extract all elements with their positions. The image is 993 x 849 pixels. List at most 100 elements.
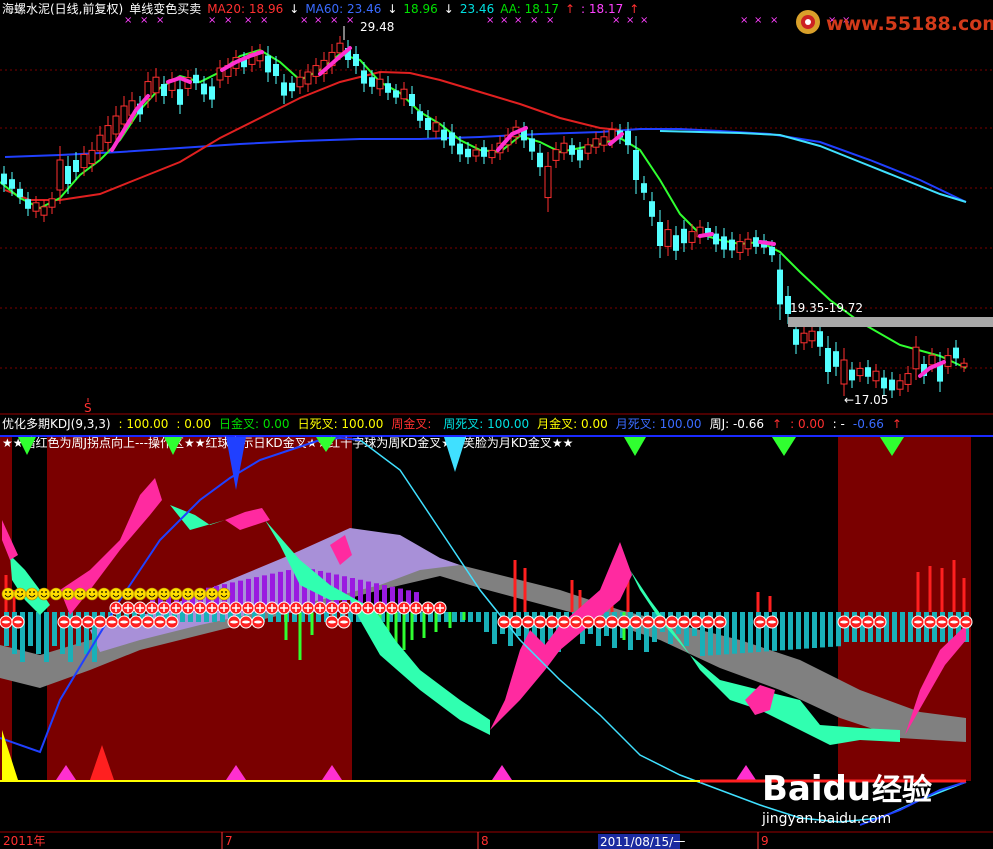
red-ball-icon (641, 615, 655, 629)
candle (152, 68, 160, 102)
candle (289, 76, 295, 98)
cross-marker: × (626, 15, 634, 26)
candle (104, 116, 112, 152)
signal-cross-markers: × × × × × × × × × × × × × × × × × × × × × × × × (124, 15, 850, 26)
candle (729, 232, 735, 258)
candle (521, 122, 527, 148)
mainHeader-seg: 海螺水泥(日线,前复权) (2, 1, 123, 16)
cross-marker: × (224, 15, 232, 26)
candle (625, 122, 631, 154)
red-ball-icon (873, 615, 887, 629)
smiley-icon (145, 587, 159, 601)
candle (25, 192, 31, 216)
cross-marker: × (546, 15, 554, 26)
candle (400, 82, 408, 106)
candle (248, 46, 256, 72)
red-ball-icon (689, 615, 703, 629)
mainHeader-seg: ↓ (444, 2, 454, 16)
red-ball-icon (617, 615, 631, 629)
red-ball-icon (239, 615, 253, 629)
candle (209, 78, 215, 108)
ma60-line (4, 128, 967, 203)
mainHeader-seg: ↓ (289, 2, 299, 16)
subHeader-seg: 周死叉: 100.00 (443, 417, 529, 431)
cross-marker: × (300, 15, 308, 26)
red-cross-ball-icon (421, 601, 435, 615)
smiley-icon (13, 587, 27, 601)
cyan-bar (28, 612, 33, 646)
red-cross-ball-icon (313, 601, 327, 615)
red-ball-icon (959, 615, 973, 629)
date-axis: 2011年 7 8 2011/08/15/一 9 (3, 832, 769, 849)
cross-marker: × (330, 15, 338, 26)
cross-marker: × (640, 15, 648, 26)
red-ball-icon (325, 615, 339, 629)
mainHeader-seg: : 18.17 (581, 2, 623, 16)
mainHeader-seg: 18.96 (403, 2, 437, 16)
candle (744, 232, 752, 256)
kdj-header: 优化多期KDJ(9,3,3): 100.00: 0.00 日金叉: 0.00 日死叉… (2, 416, 902, 431)
candle (808, 324, 816, 348)
candle (865, 360, 871, 384)
red-cross-ball-icon (241, 601, 255, 615)
red-ball-icon (665, 615, 679, 629)
candle (912, 336, 920, 380)
cyan-bar (908, 612, 913, 642)
cyan-bar (900, 612, 905, 642)
red-ball-icon (701, 615, 715, 629)
cyan-bar (788, 612, 793, 650)
red-ball-icon (653, 615, 667, 629)
red-ball-icon (569, 615, 583, 629)
red-cross-ball-icon (325, 601, 339, 615)
red-ball-icon (57, 615, 71, 629)
red-ball-icon (227, 615, 241, 629)
candle (393, 84, 399, 104)
cyan-bar (732, 612, 737, 654)
red-ball-icon (911, 615, 925, 629)
subHeader-seg: : 0.00 (790, 417, 825, 431)
red-cross-ball-icon (337, 601, 351, 615)
red-ball-icon (629, 615, 643, 629)
red-ball-icon (69, 615, 83, 629)
cyan-bar (748, 612, 753, 653)
cross-marker: × (530, 15, 538, 26)
cyan-bar (52, 612, 57, 646)
red-ball-icon (521, 615, 535, 629)
smiley-icon (1, 587, 15, 601)
candle (649, 192, 655, 226)
candle (777, 254, 783, 320)
subHeader-seg: ↑ (892, 417, 902, 431)
cyan-bar (796, 612, 801, 650)
red-ball-icon (251, 615, 265, 629)
gap-label: 19.35-19.72 (790, 301, 863, 315)
subHeader-seg: ↑ (772, 417, 782, 431)
candle (600, 130, 608, 152)
cyan-bar (740, 612, 745, 654)
cross-marker: × (124, 15, 132, 26)
candle (896, 374, 904, 396)
candle (304, 64, 312, 92)
red-ball-icon (129, 615, 143, 629)
smiley-icon (37, 587, 51, 601)
red-cross-ball-icon (349, 601, 363, 615)
candle (800, 326, 808, 350)
red-cross-ball-icon (133, 601, 147, 615)
candle (488, 144, 496, 164)
candle (312, 58, 320, 84)
red-ball-icon (713, 615, 727, 629)
candle (641, 176, 647, 200)
subHeader-seg: 日死叉: 100.00 (298, 417, 384, 431)
candle (385, 76, 391, 100)
subHeader-seg: 优化多期KDJ(9,3,3) (2, 417, 111, 431)
smiley-icon (97, 587, 111, 601)
candle (872, 364, 880, 388)
candle (353, 46, 359, 74)
red-ball-icon (581, 615, 595, 629)
candle (681, 220, 687, 252)
candle (48, 192, 56, 214)
cross-marker: × (612, 15, 620, 26)
red-cross-ball-icon (229, 601, 243, 615)
red-cross-ball-icon (277, 601, 291, 615)
smiley-icon (193, 587, 207, 601)
candle (944, 348, 952, 374)
